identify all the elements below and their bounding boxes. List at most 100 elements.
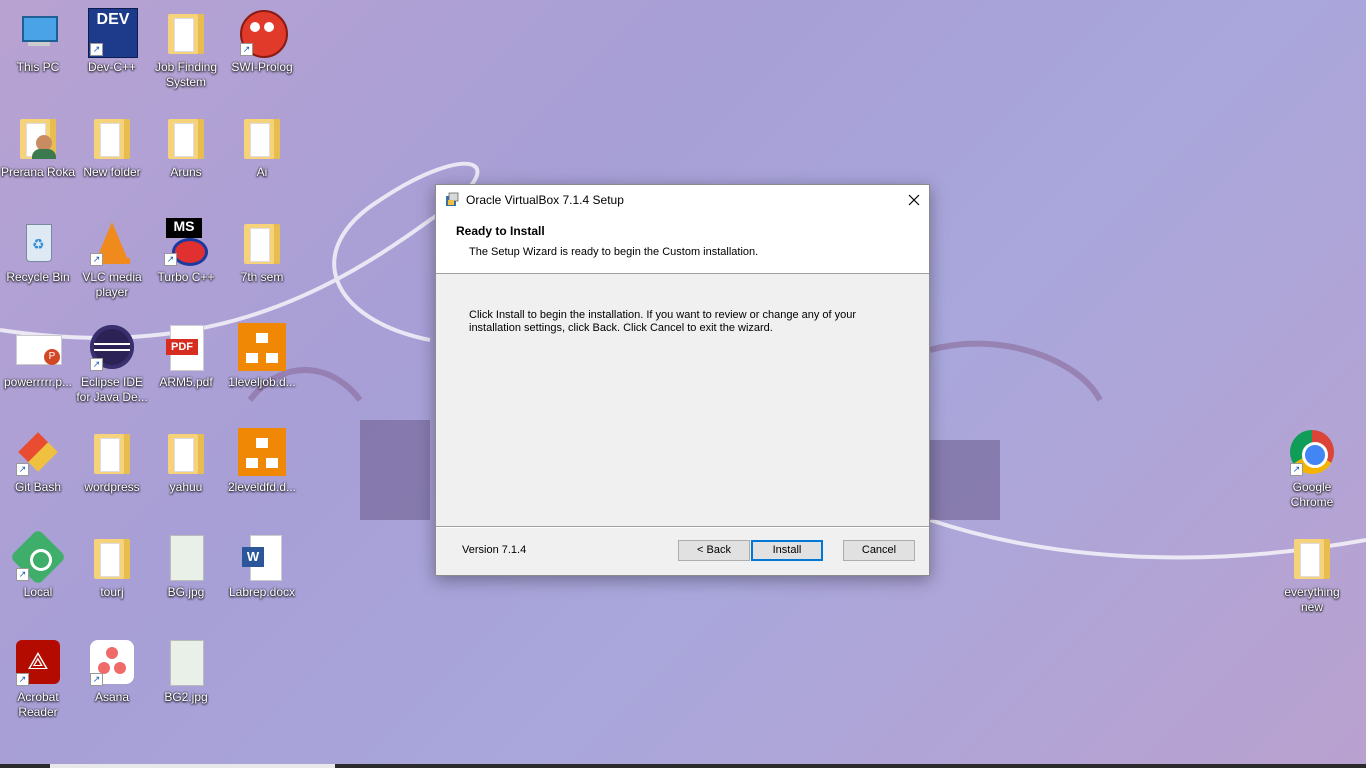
desktop-icon-label: Labrep.docx (228, 585, 296, 599)
page-subheading: The Setup Wizard is ready to begin the C… (469, 246, 759, 258)
desktop-icon-label: BG2.jpg (164, 690, 208, 704)
desktop-icon-label: VLC media player (82, 270, 142, 299)
dialog-title: Oracle VirtualBox 7.1.4 Setup (466, 193, 624, 207)
desktop-icon[interactable]: wordpress (74, 428, 150, 495)
desktop-icon[interactable]: DEV ↗ Dev-C++ (74, 8, 150, 75)
back-button[interactable]: < Back (678, 540, 750, 561)
desktop-icon-label: New folder (83, 165, 141, 179)
user-folder-icon (14, 113, 62, 161)
desktop-icon[interactable]: tourj (74, 533, 150, 600)
shortcut-arrow-icon: ↗ (90, 253, 103, 266)
close-button[interactable] (899, 185, 929, 215)
shortcut-arrow-icon: ↗ (1290, 463, 1303, 476)
turbo-cpp-icon: MS ↗ (162, 218, 210, 266)
desktop-icon[interactable]: everything new (1274, 533, 1350, 615)
desktop-icon-label: Git Bash (14, 480, 62, 494)
desktop-icon[interactable]: Ppowerrrrr.p... (0, 323, 76, 390)
this-pc-icon (14, 8, 62, 56)
desktop-icon-label: yahuu (169, 480, 203, 494)
desktop-icon[interactable]: ♻ Recycle Bin (0, 218, 76, 285)
desktop-icon[interactable]: Job Finding System (148, 8, 224, 90)
desktop-icon[interactable]: MS ↗ Turbo C++ (148, 218, 224, 285)
desktop-icon-label: Prerana Roka (0, 165, 76, 179)
desktop-icon-label: Job Finding System (154, 60, 218, 89)
cancel-button[interactable]: Cancel (843, 540, 915, 561)
shortcut-arrow-icon: ↗ (16, 673, 29, 686)
folder-icon (162, 8, 210, 56)
desktop-icon-label: powerrrrr.p... (3, 375, 72, 389)
folder-icon (1288, 533, 1336, 581)
desktop-icon-label: Ai (256, 165, 268, 179)
local-icon: ↗ (9, 528, 67, 586)
acrobat-icon: ⟁ ↗ (14, 638, 62, 686)
shortcut-arrow-icon: ↗ (240, 43, 253, 56)
desktop-icon[interactable]: ↗ Git Bash (0, 428, 76, 495)
desktop-icon[interactable]: ↗ Google Chrome (1274, 428, 1350, 510)
shortcut-arrow-icon: ↗ (16, 463, 29, 476)
desktop-icon[interactable]: Aruns (148, 113, 224, 180)
taskbar-edge (0, 764, 1366, 768)
setup-dialog: Oracle VirtualBox 7.1.4 Setup Ready to I… (435, 184, 930, 576)
desktop-icon-label: SWI-Prolog (231, 60, 293, 74)
version-label: Version 7.1.4 (462, 544, 527, 556)
desktop-icon-label: This PC (16, 60, 60, 74)
desktop-icon-label: tourj (100, 585, 124, 599)
vlc-icon: ↗ (88, 218, 136, 266)
folder-icon (238, 113, 286, 161)
desktop-icon[interactable]: ↗ Local (0, 528, 76, 600)
desktop-icon[interactable]: W Labrep.docx (224, 533, 300, 600)
desktop-icon-label: BG.jpg (167, 585, 205, 599)
git-bash-icon: ↗ (14, 428, 62, 476)
drawio-file-icon (238, 323, 286, 371)
shortcut-arrow-icon: ↗ (16, 568, 29, 581)
desktop-icon[interactable]: BG2.jpg (148, 638, 224, 705)
desktop-icon[interactable]: Prerana Roka (0, 113, 76, 180)
desktop-icon-label: wordpress (84, 480, 140, 494)
desktop-icon[interactable]: yahuu (148, 428, 224, 495)
desktop-icon[interactable]: 2leveldfd.d... (224, 428, 300, 495)
desktop-icon-label: ARM5.pdf (159, 375, 213, 389)
shortcut-arrow-icon: ↗ (90, 673, 103, 686)
powerpoint-file-icon: P (14, 323, 62, 371)
folder-icon (162, 113, 210, 161)
install-button[interactable]: Install (751, 540, 823, 561)
desktop-icon-label: Turbo C++ (157, 270, 215, 284)
shortcut-arrow-icon: ↗ (90, 358, 103, 371)
folder-icon (238, 218, 286, 266)
desktop-icon-label: Google Chrome (1290, 480, 1334, 509)
desktop-icon-label: Eclipse IDE for Java De... (76, 375, 148, 404)
chrome-icon: ↗ (1288, 428, 1336, 476)
desktop-icon[interactable]: 1leveljob.d... (224, 323, 300, 390)
desktop-icon-label: Acrobat Reader (17, 690, 59, 719)
desktop-icon[interactable]: ↗ Asana (74, 638, 150, 705)
desktop-icon[interactable]: ⟁ ↗ Acrobat Reader (0, 638, 76, 720)
asana-icon: ↗ (88, 638, 136, 686)
recycle-bin-icon: ♻ (14, 218, 62, 266)
installer-icon (446, 192, 459, 206)
desktop-icon[interactable]: ↗ VLC media player (74, 218, 150, 300)
dialog-titlebar[interactable]: Oracle VirtualBox 7.1.4 Setup (436, 185, 929, 215)
dialog-banner: Ready to Install The Setup Wizard is rea… (436, 215, 929, 274)
desktop-icon[interactable]: New folder (74, 113, 150, 180)
desktop-icon-label: Aruns (170, 165, 202, 179)
desktop-icon-label: 1leveljob.d... (228, 375, 296, 389)
desktop-icon[interactable]: Ai (224, 113, 300, 180)
desktop-icon[interactable]: BG.jpg (148, 533, 224, 600)
instructions-text: Click Install to begin the installation.… (469, 309, 857, 334)
folder-icon (88, 113, 136, 161)
desktop-icon-label: 2leveldfd.d... (227, 480, 297, 494)
shortcut-arrow-icon: ↗ (164, 253, 177, 266)
desktop-icon[interactable]: 7th sem (224, 218, 300, 285)
drawio-file-icon (238, 428, 286, 476)
swi-prolog-icon: ↗ (238, 8, 288, 58)
desktop-icon-label: Local (23, 585, 53, 599)
desktop-icon[interactable]: ↗ Eclipse IDE for Java De... (74, 323, 150, 405)
divider (436, 526, 929, 527)
word-file-icon: W (238, 533, 286, 581)
desktop-icon-label: Dev-C++ (87, 60, 137, 74)
taskbar-segment (50, 764, 335, 768)
desktop-icon[interactable]: ↗ SWI-Prolog (224, 8, 300, 75)
desktop-icon[interactable]: PDF ARM5.pdf (148, 323, 224, 390)
desktop-icon[interactable]: This PC (0, 8, 76, 75)
desktop-icon-label: Asana (94, 690, 130, 704)
